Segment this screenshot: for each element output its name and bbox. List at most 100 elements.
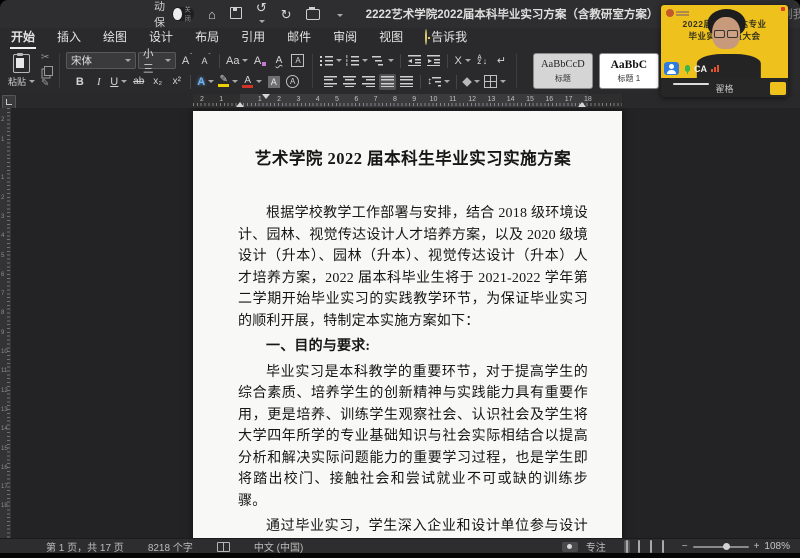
tab-label: 视图 <box>379 30 403 44</box>
font-name-value: 宋体 <box>71 53 92 68</box>
increase-indent-button[interactable] <box>425 53 442 69</box>
left-indent-marker[interactable] <box>236 102 244 107</box>
subscript-button[interactable]: x₂ <box>149 74 166 90</box>
sort-button[interactable]: AZ ↓ <box>474 53 491 69</box>
phonetic-guide-button[interactable]: A <box>270 53 287 69</box>
tab-布局[interactable]: 布局 <box>184 26 230 49</box>
show-marks-button[interactable]: ↵ <box>493 53 510 69</box>
zoom-in-button[interactable]: + <box>754 541 760 552</box>
save-icon[interactable] <box>230 7 242 21</box>
zoom-slider[interactable] <box>693 546 749 548</box>
zoom-level[interactable]: 108% <box>764 541 790 552</box>
tab-label: 绘图 <box>103 30 127 44</box>
vertical-ruler[interactable]: 21123456789101112131415161718 <box>0 108 11 538</box>
numbering-button[interactable] <box>345 53 369 69</box>
page-count[interactable]: 第 1 页，共 17 页 <box>46 539 124 554</box>
print-layout-view-button[interactable] <box>624 540 630 553</box>
draft-view-button[interactable] <box>660 540 666 553</box>
paste-button[interactable]: 粘贴 <box>8 54 35 88</box>
webcam-video: 2022届视觉传达专业 毕业实习动员大会 CA <box>661 5 788 78</box>
align-center-button[interactable] <box>341 74 358 90</box>
tab-绘图[interactable]: 绘图 <box>92 26 138 49</box>
web-layout-view-button[interactable] <box>636 540 642 553</box>
style-label: 标题 1 <box>617 73 640 84</box>
underline-button[interactable]: U <box>109 74 128 90</box>
bold-button[interactable]: B <box>71 74 88 90</box>
focus-label[interactable]: 专注 <box>586 539 606 554</box>
shading-button[interactable] <box>462 74 481 90</box>
slide-logo-icon <box>666 9 674 17</box>
tab-视图[interactable]: 视图 <box>368 26 414 49</box>
style-card-title[interactable]: AaBbCcD 标题 <box>533 53 593 89</box>
first-line-indent-marker[interactable] <box>262 94 270 99</box>
change-case-button[interactable]: Aa <box>225 53 249 69</box>
italic-button[interactable]: I <box>90 74 107 90</box>
shrink-font-button[interactable]: Aˇ <box>197 53 214 69</box>
right-indent-marker[interactable] <box>578 102 586 107</box>
document-page[interactable]: 艺术学院 2022 届本科生毕业实习实施方案 根据学校教学工作部署与安排，结合 … <box>193 111 622 538</box>
tab-邮件[interactable]: 邮件 <box>276 26 322 49</box>
distribute-button[interactable] <box>398 74 415 90</box>
paragraph-3: 通过毕业实习，学生深入企业和设计单位参与设计实践，学习和掌握视觉传达设计相关领域… <box>238 516 588 538</box>
microphone-icon[interactable] <box>685 65 690 72</box>
paste-label: 粘贴 <box>8 75 26 88</box>
line-spacing-button[interactable]: ↕ <box>426 74 451 90</box>
align-left-button[interactable] <box>322 74 339 90</box>
strikethrough-button[interactable]: ab <box>130 74 147 90</box>
home-icon[interactable]: ⌂ <box>208 8 216 21</box>
decrease-indent-button[interactable] <box>406 53 423 69</box>
toolbar-more-icon[interactable] <box>334 8 343 21</box>
enclose-characters-button[interactable]: A <box>284 74 301 90</box>
clear-formatting-button[interactable]: A <box>251 53 268 69</box>
font-color-button[interactable]: A <box>241 74 263 90</box>
copy-icon[interactable] <box>44 66 53 76</box>
tab-label: 告诉我 <box>431 30 467 44</box>
tab-引用[interactable]: 引用 <box>230 26 276 49</box>
cut-icon[interactable]: ✂ <box>41 53 53 63</box>
redo-icon[interactable]: ↻ <box>281 8 292 21</box>
justify-button[interactable] <box>379 74 396 90</box>
bullets-button[interactable] <box>319 53 343 69</box>
toggle-knob <box>173 8 182 20</box>
mic-device-label: CA <box>694 64 707 74</box>
tab-审阅[interactable]: 审阅 <box>322 26 368 49</box>
undo-icon[interactable]: ↺ <box>256 1 267 27</box>
style-card-heading1[interactable]: AaBbC 标题 1 <box>599 53 659 89</box>
zoom-slider-knob[interactable] <box>723 543 730 550</box>
tab-selector[interactable] <box>2 95 16 109</box>
status-bar: 第 1 页，共 17 页 8218 个字 中文 (中国) 专注 − + 108% <box>0 538 800 554</box>
autosave-toggle[interactable]: 关闭 <box>172 7 194 21</box>
tab-label: 布局 <box>195 30 219 44</box>
webcam-window[interactable]: 2022届视觉传达专业 毕业实习动员大会 CA 翟格 <box>661 5 788 97</box>
avatar-icon[interactable] <box>664 62 679 75</box>
font-size-combobox[interactable]: 小三 <box>138 52 176 69</box>
participant-name: 翟格 <box>661 82 788 95</box>
font-name-combobox[interactable]: 宋体 <box>66 52 136 69</box>
borders-button[interactable] <box>483 74 507 90</box>
outline-view-button[interactable] <box>648 540 654 553</box>
font-group: 宋体 小三 Aˆ Aˇ Aa A A A B I U ab x₂ x² A ✎ <box>66 49 306 93</box>
document-area: 21123456789101112131415161718 艺术学院 2022 … <box>0 108 800 538</box>
highlight-button[interactable]: ✎ <box>217 74 239 90</box>
language-indicator[interactable]: 中文 (中国) <box>254 539 303 554</box>
character-shading-button[interactable]: A <box>265 74 282 90</box>
tab-开始[interactable]: 开始 <box>0 26 46 49</box>
format-painter-icon[interactable]: ✎ <box>41 79 53 89</box>
focus-mode-icon[interactable] <box>562 542 578 552</box>
align-right-button[interactable] <box>360 74 377 90</box>
tab-插入[interactable]: 插入 <box>46 26 92 49</box>
yellow-panel-fragment <box>770 82 786 95</box>
recording-dot-icon <box>781 7 785 11</box>
proofing-icon[interactable] <box>217 542 230 552</box>
word-count[interactable]: 8218 个字 <box>148 539 193 554</box>
tab-告诉我[interactable]: 告诉我 <box>414 26 478 49</box>
zoom-out-button[interactable]: − <box>682 541 688 552</box>
character-border-button[interactable]: A <box>289 53 306 69</box>
autosave-state: 关闭 <box>184 5 193 23</box>
asian-layout-button[interactable]: X <box>453 53 471 69</box>
text-effects-button[interactable]: A <box>196 74 215 90</box>
superscript-button[interactable]: x² <box>168 74 185 90</box>
grow-font-button[interactable]: Aˆ <box>178 53 195 69</box>
multilevel-list-button[interactable] <box>371 53 395 69</box>
print-icon[interactable] <box>306 6 320 22</box>
